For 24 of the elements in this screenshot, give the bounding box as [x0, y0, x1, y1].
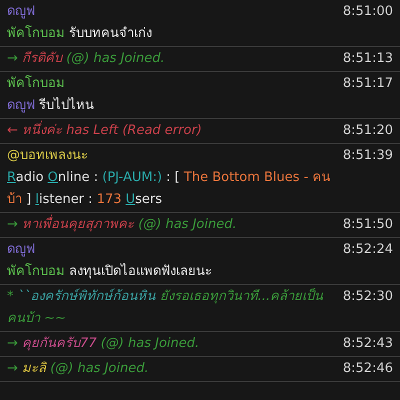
join-notice: → คุยกันครับ77 (@) has Joined. — [7, 335, 200, 353]
join-notice: → มะลิ (@) has Joined. — [7, 360, 149, 378]
timestamp: 8:51:00 — [342, 3, 393, 21]
timestamp: 8:51:50 — [342, 216, 393, 234]
timestamp: 8:51:39 — [342, 147, 393, 165]
timestamp: 8:52:43 — [342, 335, 393, 353]
radio-status-text: Radio Online : (PJ-AUM:) : [ The Bottom Blues - คนบ้า ] listener : 173 Users — [7, 169, 332, 209]
timestamp: 8:52:30 — [342, 288, 393, 306]
join-notice: → หาเพื่อนคุยสุภาพคะ (@) has Joined. — [7, 214, 237, 236]
message-text: พัคโกบอม ลงทุนเปิดไอแพดฟังเลยนะ — [7, 262, 214, 281]
message-text: พัคโกบอม รับบทคนจำเก่ง — [7, 24, 154, 43]
timestamp: 8:51:13 — [342, 50, 393, 68]
timestamp: 8:51:17 — [342, 75, 393, 93]
timestamp: 8:51:20 — [342, 122, 393, 140]
sender-name: ดญูฟ — [7, 241, 35, 259]
message-text: ดญูฟ รีบไปไหน — [7, 96, 96, 115]
sender-name: @บอทเพลงนะ — [7, 147, 88, 165]
join-notice: → กีรติคับ (@) has Joined. — [7, 50, 165, 68]
timestamp: 8:52:46 — [342, 360, 393, 378]
leave-notice: ← หนึ่งค่ะ has Left (Read error) — [7, 120, 202, 142]
sender-name: ดญูฟ — [7, 3, 35, 21]
timestamp: 8:52:24 — [342, 241, 393, 259]
sender-name: พัคโกบอม — [7, 74, 65, 93]
action-message: * ``องครักษ์พิทักษ์ก้อนหิน ยังรอเธอทุกวินาที...คล้ายเป็นคนบ้า ~~ — [7, 287, 324, 328]
